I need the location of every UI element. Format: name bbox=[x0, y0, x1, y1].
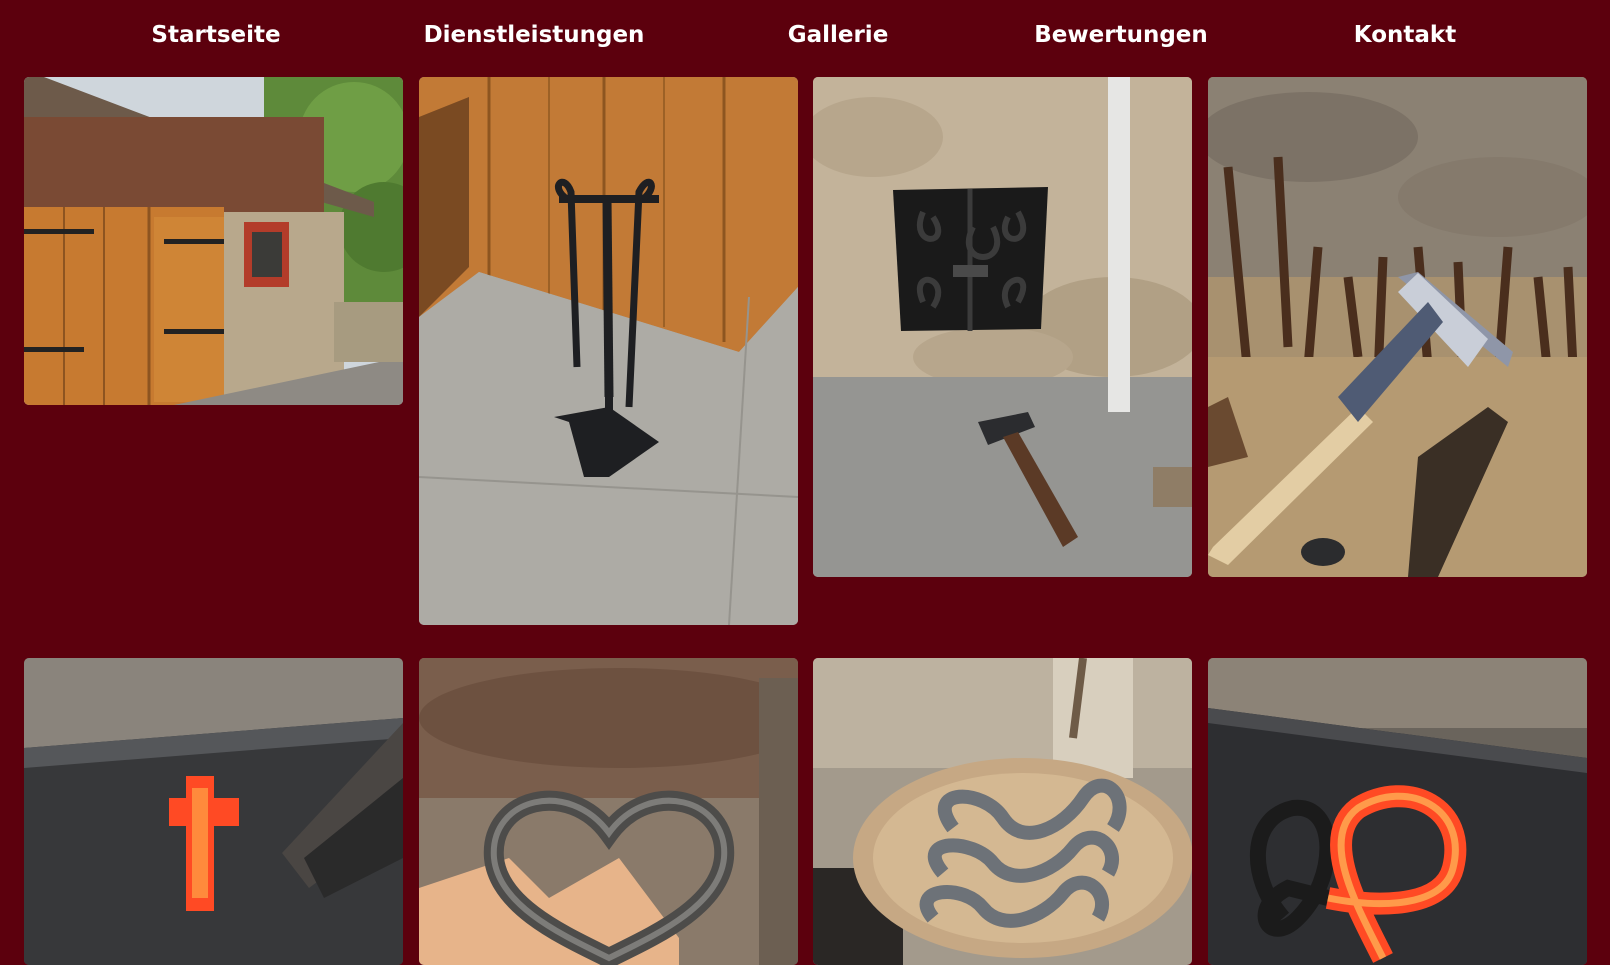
gallery-photo-pickaxe[interactable] bbox=[1208, 77, 1587, 577]
gallery-photo-workshop-shed[interactable] bbox=[24, 77, 403, 405]
gallery-photo-glowing-cross[interactable] bbox=[24, 658, 403, 965]
nav-item-bewertungen[interactable]: Bewertungen bbox=[1034, 22, 1208, 48]
gallery-photo-fireplace-tools[interactable] bbox=[419, 77, 798, 625]
gallery-photo-glowing-loop[interactable] bbox=[1208, 658, 1587, 965]
nav-item-dienstleistungen[interactable]: Dienstleistungen bbox=[424, 22, 645, 48]
nav-item-startseite[interactable]: Startseite bbox=[151, 22, 280, 48]
nav-item-kontakt[interactable]: Kontakt bbox=[1354, 22, 1456, 48]
gallery-photo-horseshoe-heart[interactable] bbox=[419, 658, 798, 965]
gallery-photo-window-grille[interactable] bbox=[813, 77, 1192, 577]
nav-item-gallerie[interactable]: Gallerie bbox=[788, 22, 889, 48]
main-nav: Startseite Dienstleistungen Gallerie Bew… bbox=[0, 0, 1610, 78]
gallery-photo-forged-waves[interactable] bbox=[813, 658, 1192, 965]
